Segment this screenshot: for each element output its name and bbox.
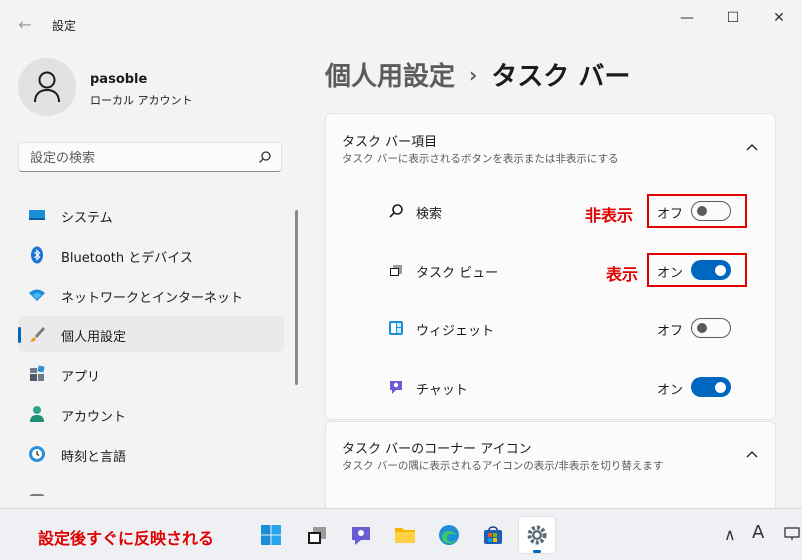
chat-icon — [352, 527, 370, 545]
section-subtitle: タスク バーの隅に表示されるアイコンの表示/非表示を切り替えます — [342, 460, 664, 472]
chat-icon — [390, 381, 402, 394]
row-label-chat: チャット — [416, 383, 468, 398]
person-avatar-icon — [34, 71, 60, 103]
sidebar-item-partial[interactable] — [18, 476, 284, 496]
brush-icon — [30, 327, 45, 342]
wifi-icon — [29, 289, 45, 301]
start-icon — [261, 525, 281, 545]
sidebar-item-network[interactable]: ネットワークとインターネット — [18, 277, 284, 313]
close-button[interactable]: ✕ — [756, 6, 802, 30]
app-title: 設定 — [52, 19, 77, 33]
title-bar: ← 設定 — ☐ ✕ — [0, 0, 802, 48]
annotation-hide: 非表示 — [585, 206, 634, 225]
taskbar-chat-button[interactable] — [343, 517, 379, 553]
settings-window: ← 設定 — ☐ ✕ pasoble ローカル アカウント システム — [0, 0, 802, 509]
sidebar-item-label: システム — [61, 211, 113, 226]
gamepad-icon — [29, 494, 45, 496]
sidebar-item-bluetooth[interactable]: Bluetooth とデバイス — [18, 237, 284, 273]
minimize-button[interactable]: — — [664, 6, 710, 30]
toggle-state-widgets: オフ — [657, 324, 684, 339]
taskbar-settings-button[interactable] — [519, 517, 555, 553]
user-name: pasoble — [90, 72, 148, 87]
sidebar-item-label: 時刻と言語 — [61, 450, 127, 465]
store-icon — [484, 526, 502, 544]
highlight-box-task-view — [647, 253, 747, 287]
highlight-box-search — [647, 194, 747, 228]
account-type: ローカル アカウント — [90, 94, 193, 107]
toggle-knob — [697, 323, 707, 333]
row-label-search: 検索 — [416, 207, 443, 222]
sidebar-item-accounts[interactable]: アカウント — [18, 396, 284, 432]
toggle-state-chat: オン — [657, 383, 684, 398]
taskbar-file-explorer-button[interactable] — [387, 517, 423, 553]
network-icon[interactable] — [783, 525, 801, 543]
chevron-up-icon[interactable] — [745, 449, 759, 459]
annotation-show: 表示 — [606, 265, 639, 284]
sidebar-item-label: アプリ — [61, 370, 101, 385]
row-label-widgets: ウィジェット — [416, 324, 495, 339]
ime-indicator[interactable]: A — [752, 522, 764, 543]
toggle-knob — [715, 382, 726, 393]
breadcrumb-separator: › — [469, 63, 478, 87]
chat-toggle[interactable] — [691, 377, 731, 397]
sidebar-item-label: 個人用設定 — [61, 330, 127, 345]
section-subtitle: タスク バーに表示されるボタンを表示または非表示にする — [342, 153, 619, 165]
page-title: 個人用設定 › タスク バー — [325, 56, 630, 93]
taskbar-annotation: 設定後すぐに反映される — [38, 529, 215, 548]
widgets-icon — [389, 321, 403, 335]
widgets-toggle[interactable] — [691, 318, 731, 338]
edge-icon — [439, 525, 459, 545]
sidebar-item-time-language[interactable]: 時刻と言語 — [18, 436, 284, 472]
search-input[interactable] — [28, 148, 252, 168]
monitor-icon — [29, 210, 45, 220]
sidebar-item-label: ネットワークとインターネット — [61, 291, 244, 306]
running-indicator — [533, 550, 541, 553]
breadcrumb-current: タスク バー — [491, 62, 631, 92]
sidebar-item-label: Bluetooth とデバイス — [61, 251, 193, 266]
windows-taskbar: 設定後すぐに反映される ∧ A — [0, 509, 802, 560]
start-button[interactable] — [253, 517, 289, 553]
chevron-up-icon[interactable] — [745, 142, 759, 152]
section-title: タスク バー項目 — [342, 135, 438, 150]
task-view-icon — [390, 265, 402, 276]
breadcrumb-parent[interactable]: 個人用設定 — [325, 62, 455, 92]
sidebar-item-system[interactable]: システム — [18, 197, 284, 233]
maximize-button[interactable]: ☐ — [710, 6, 756, 30]
row-label-task-view: タスク ビュー — [416, 266, 499, 281]
file-explorer-icon — [395, 528, 415, 543]
settings-icon — [527, 525, 547, 545]
taskbar-corner-icons-panel[interactable]: タスク バーのコーナー アイコン タスク バーの隅に表示されるアイコンの表示/非… — [325, 421, 776, 508]
section-title: タスク バーのコーナー アイコン — [342, 442, 532, 457]
search-icon — [389, 204, 403, 218]
sidebar-item-apps[interactable]: アプリ — [18, 356, 284, 392]
settings-search-box[interactable] — [18, 142, 282, 172]
search-icon[interactable] — [258, 150, 272, 164]
avatar[interactable] — [18, 58, 76, 116]
tray-overflow-chevron[interactable]: ∧ — [724, 525, 736, 544]
back-button[interactable]: ← — [14, 14, 36, 36]
person-icon — [30, 406, 44, 422]
clock-globe-icon — [29, 446, 45, 462]
selection-indicator — [18, 327, 21, 343]
bluetooth-icon — [31, 246, 43, 264]
sidebar-item-personalization[interactable]: 個人用設定 — [18, 316, 284, 352]
taskbar-store-button[interactable] — [475, 517, 511, 553]
sidebar-item-label: アカウント — [61, 410, 127, 425]
taskbar-edge-button[interactable] — [431, 517, 467, 553]
apps-icon — [30, 365, 45, 381]
sidebar-scrollbar[interactable] — [295, 210, 298, 385]
task-view-icon — [308, 527, 326, 544]
taskbar-task-view-button[interactable] — [299, 517, 335, 553]
